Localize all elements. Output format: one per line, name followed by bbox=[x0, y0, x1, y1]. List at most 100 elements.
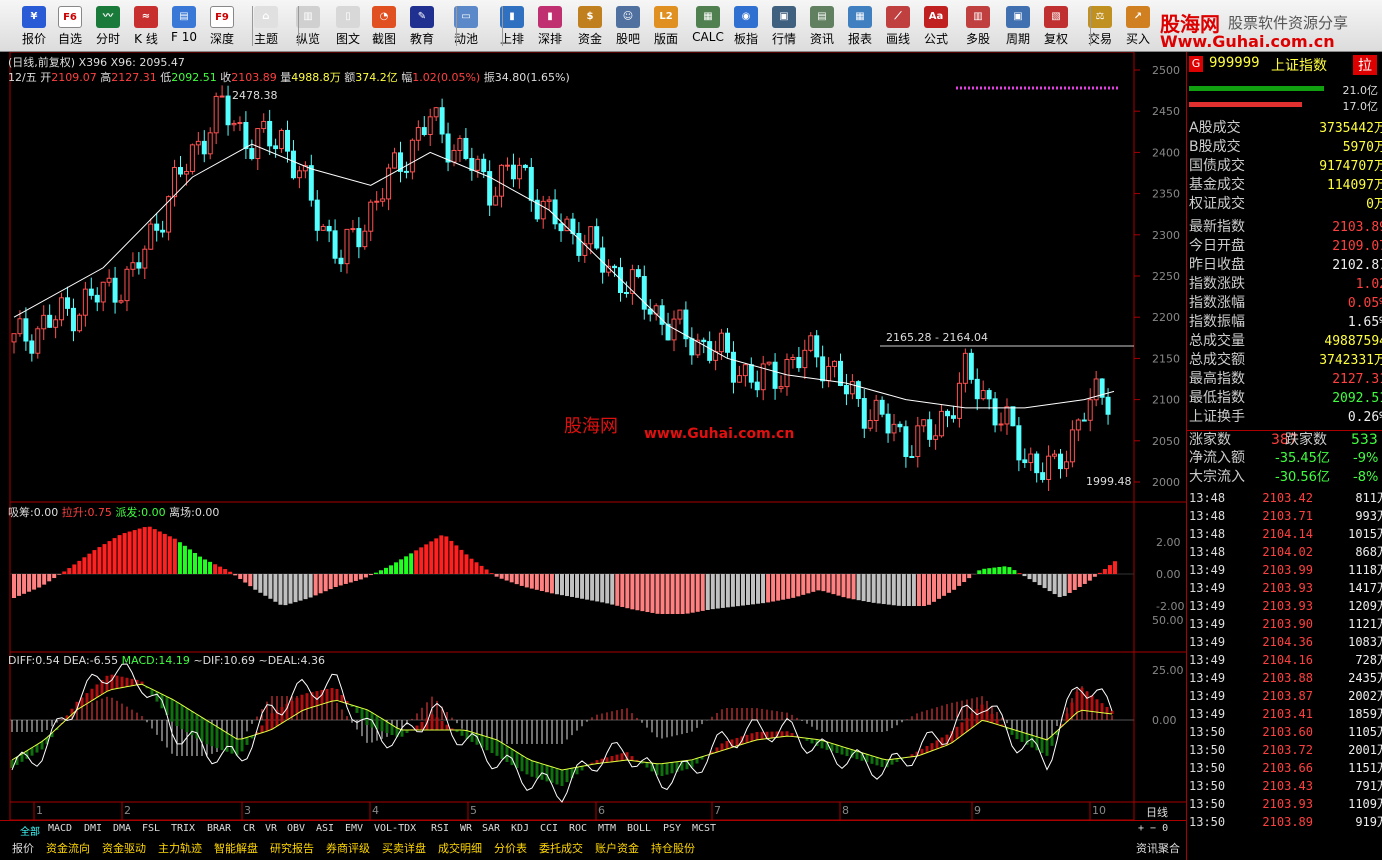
ind1-bar bbox=[343, 574, 348, 584]
ind1-bar bbox=[298, 574, 303, 601]
ind1-bar bbox=[167, 536, 172, 574]
ind1-bar bbox=[1057, 574, 1062, 598]
indicator-tab[interactable]: CCI bbox=[540, 823, 558, 834]
ind1-bar bbox=[464, 554, 469, 574]
tick-volume: 1151万 bbox=[1348, 761, 1382, 775]
toolbar-money-pool-button[interactable]: ▭ 动池 bbox=[448, 2, 484, 50]
toolbar-brush-button[interactable]: ✎ 教育 bbox=[404, 2, 440, 50]
indicator-tab[interactable]: MCST bbox=[692, 823, 716, 834]
toolbar-kline-chart-button[interactable]: ≈ K 线 bbox=[128, 2, 164, 50]
toolbar-period-button[interactable]: ▣ 周期 bbox=[1000, 2, 1036, 50]
toolbar-monitor-button[interactable]: ▣ 行情 bbox=[766, 2, 802, 50]
kline-chart-area[interactable]: 2500 2450 2400 2350 2300 2250 2200 2150 2100 2050… bbox=[0, 52, 1186, 820]
indicator-tab[interactable]: EMV bbox=[345, 823, 363, 834]
bottom-tab[interactable]: 智能解盘 bbox=[214, 840, 258, 856]
indicator-tab[interactable]: VR bbox=[265, 823, 277, 834]
toolbar-f10-doc-button[interactable]: ▤ F 10 bbox=[166, 2, 202, 50]
brand-banner: 股海网 股票软件资源分享 Www.Guhai.com.cn bbox=[1158, 2, 1382, 51]
ind1-bar bbox=[1017, 573, 1022, 574]
indicator-tab[interactable]: VOL-TDX bbox=[374, 823, 416, 834]
candle-body bbox=[94, 294, 100, 303]
toolbar-report-button[interactable]: ▦ 报表 bbox=[842, 2, 878, 50]
zoom-controls[interactable]: + − 0 bbox=[1138, 823, 1168, 834]
tick-row: 13:49 2104.36 1083万 bbox=[1187, 633, 1382, 651]
indicator-tab[interactable]: PSY bbox=[663, 823, 681, 834]
toolbar-f6-button[interactable]: F6 自选 bbox=[52, 2, 88, 50]
indicator-tab[interactable]: MTM bbox=[598, 823, 616, 834]
candle-body bbox=[82, 288, 88, 316]
toolbar-formula-button[interactable]: Aa 公式 bbox=[918, 2, 954, 50]
bottom-tab[interactable]: 报价 bbox=[12, 840, 34, 856]
toolbar-doc-button[interactable]: ▯ 图文 bbox=[330, 2, 366, 50]
indicator-tab[interactable]: RSI bbox=[431, 823, 449, 834]
bottom-tab[interactable]: 持仓股份 bbox=[651, 840, 695, 856]
bottom-tab[interactable]: 成交明细 bbox=[438, 840, 482, 856]
indicator-tab[interactable]: MACD bbox=[48, 823, 72, 834]
bottom-tab[interactable]: 资金流向 bbox=[46, 840, 90, 856]
toolbar-people-button[interactable]: ☺ 股吧 bbox=[610, 2, 646, 50]
toolbar-multi-stock-button[interactable]: ▥ 多股 bbox=[960, 2, 996, 50]
period-label[interactable]: 日线 bbox=[1146, 804, 1168, 820]
indicator-tab[interactable]: DMI bbox=[84, 823, 102, 834]
limit-tag[interactable]: 拉 bbox=[1353, 55, 1377, 75]
toolbar-yen-button[interactable]: ¥ 报价 bbox=[16, 2, 52, 50]
indicator-tab[interactable]: CR bbox=[243, 823, 255, 834]
toolbar-bar-rank-button[interactable]: ▮ 上排 bbox=[494, 2, 530, 50]
toolbar-f9-button[interactable]: F9 深度 bbox=[204, 2, 240, 50]
candle-body bbox=[1010, 406, 1016, 427]
toolbar-home-button[interactable]: ⌂ 主题 bbox=[248, 2, 284, 50]
candle-body bbox=[677, 309, 683, 320]
bottom-tab[interactable]: 券商评级 bbox=[326, 840, 370, 856]
toolbar-pie-chart-button[interactable]: ◔ 截图 bbox=[366, 2, 402, 50]
ind1-bar bbox=[328, 574, 333, 590]
indicator-tab[interactable]: BOLL bbox=[627, 823, 651, 834]
macd-diff-label: DIFF: bbox=[8, 654, 36, 667]
bottom-tab[interactable]: 资金驱动 bbox=[102, 840, 146, 856]
indicator-tab[interactable]: FSL bbox=[142, 823, 160, 834]
l2-icon: L2 bbox=[654, 6, 678, 28]
candle-body bbox=[516, 164, 522, 180]
indicator-tab[interactable]: ASI bbox=[316, 823, 334, 834]
toolbar-overview-button[interactable]: ▥ 纵览 bbox=[290, 2, 326, 50]
toolbar-calculator-button[interactable]: ▦ CALC bbox=[690, 2, 726, 50]
toolbar-draw-line-button[interactable]: ⟋ 画线 bbox=[880, 2, 916, 50]
ind1-bar bbox=[313, 574, 318, 596]
candle-body bbox=[463, 137, 469, 159]
news-aggregate-tab[interactable]: 资讯聚合 bbox=[1136, 840, 1180, 856]
indicator-tab[interactable]: DMA bbox=[113, 823, 131, 834]
bottom-tab[interactable]: 账户资金 bbox=[595, 840, 639, 856]
indicator-tab[interactable]: 全部 bbox=[20, 823, 40, 838]
toolbar-timeshare-chart-button[interactable]: 〰分时 bbox=[90, 2, 126, 50]
toolbar-trade-button[interactable]: ⚖ 交易 bbox=[1082, 2, 1118, 50]
bottom-tab[interactable]: 分价表 bbox=[494, 840, 527, 856]
ind1-bar bbox=[841, 574, 846, 598]
price-tick-label: 2100 bbox=[1152, 394, 1180, 407]
toolbar-bar-rank2-button[interactable]: ▮ 深排 bbox=[532, 2, 568, 50]
toolbar-news-button[interactable]: ▤ 资讯 bbox=[804, 2, 840, 50]
candle-body bbox=[160, 229, 166, 233]
price-tick-label: 2200 bbox=[1152, 311, 1180, 324]
ind1-bar bbox=[911, 574, 916, 606]
tick-volume: 1417万 bbox=[1348, 581, 1382, 595]
indicator-tab[interactable]: SAR bbox=[482, 823, 500, 834]
toolbar-globe-button[interactable]: ◉ 板指 bbox=[728, 2, 764, 50]
indicator-tab[interactable]: OBV bbox=[287, 823, 305, 834]
bottom-tab[interactable]: 买卖详盘 bbox=[382, 840, 426, 856]
ind1-bar bbox=[218, 566, 223, 574]
toolbar-fund-button[interactable]: $ 资金 bbox=[572, 2, 608, 50]
toolbar-buy-button[interactable]: ↗ 买入 bbox=[1120, 2, 1156, 50]
ind1-bar bbox=[615, 574, 620, 606]
ind1-bar bbox=[434, 538, 439, 574]
bottom-tab[interactable]: 研究报告 bbox=[270, 840, 314, 856]
candle-body bbox=[386, 167, 392, 200]
indicator-tab[interactable]: TRIX bbox=[171, 823, 195, 834]
indicator-tab[interactable]: WR bbox=[460, 823, 472, 834]
indicator-tab[interactable]: ROC bbox=[569, 823, 587, 834]
indicator-tab[interactable]: BRAR bbox=[207, 823, 231, 834]
indicator-tab[interactable]: KDJ bbox=[511, 823, 529, 834]
candle-body bbox=[1087, 399, 1093, 421]
bottom-tab[interactable]: 委托成交 bbox=[539, 840, 583, 856]
bottom-tab[interactable]: 主力轨迹 bbox=[158, 840, 202, 856]
toolbar-restore-button[interactable]: ▧ 复权 bbox=[1038, 2, 1074, 50]
toolbar-l2-button[interactable]: L2 版面 bbox=[648, 2, 684, 50]
